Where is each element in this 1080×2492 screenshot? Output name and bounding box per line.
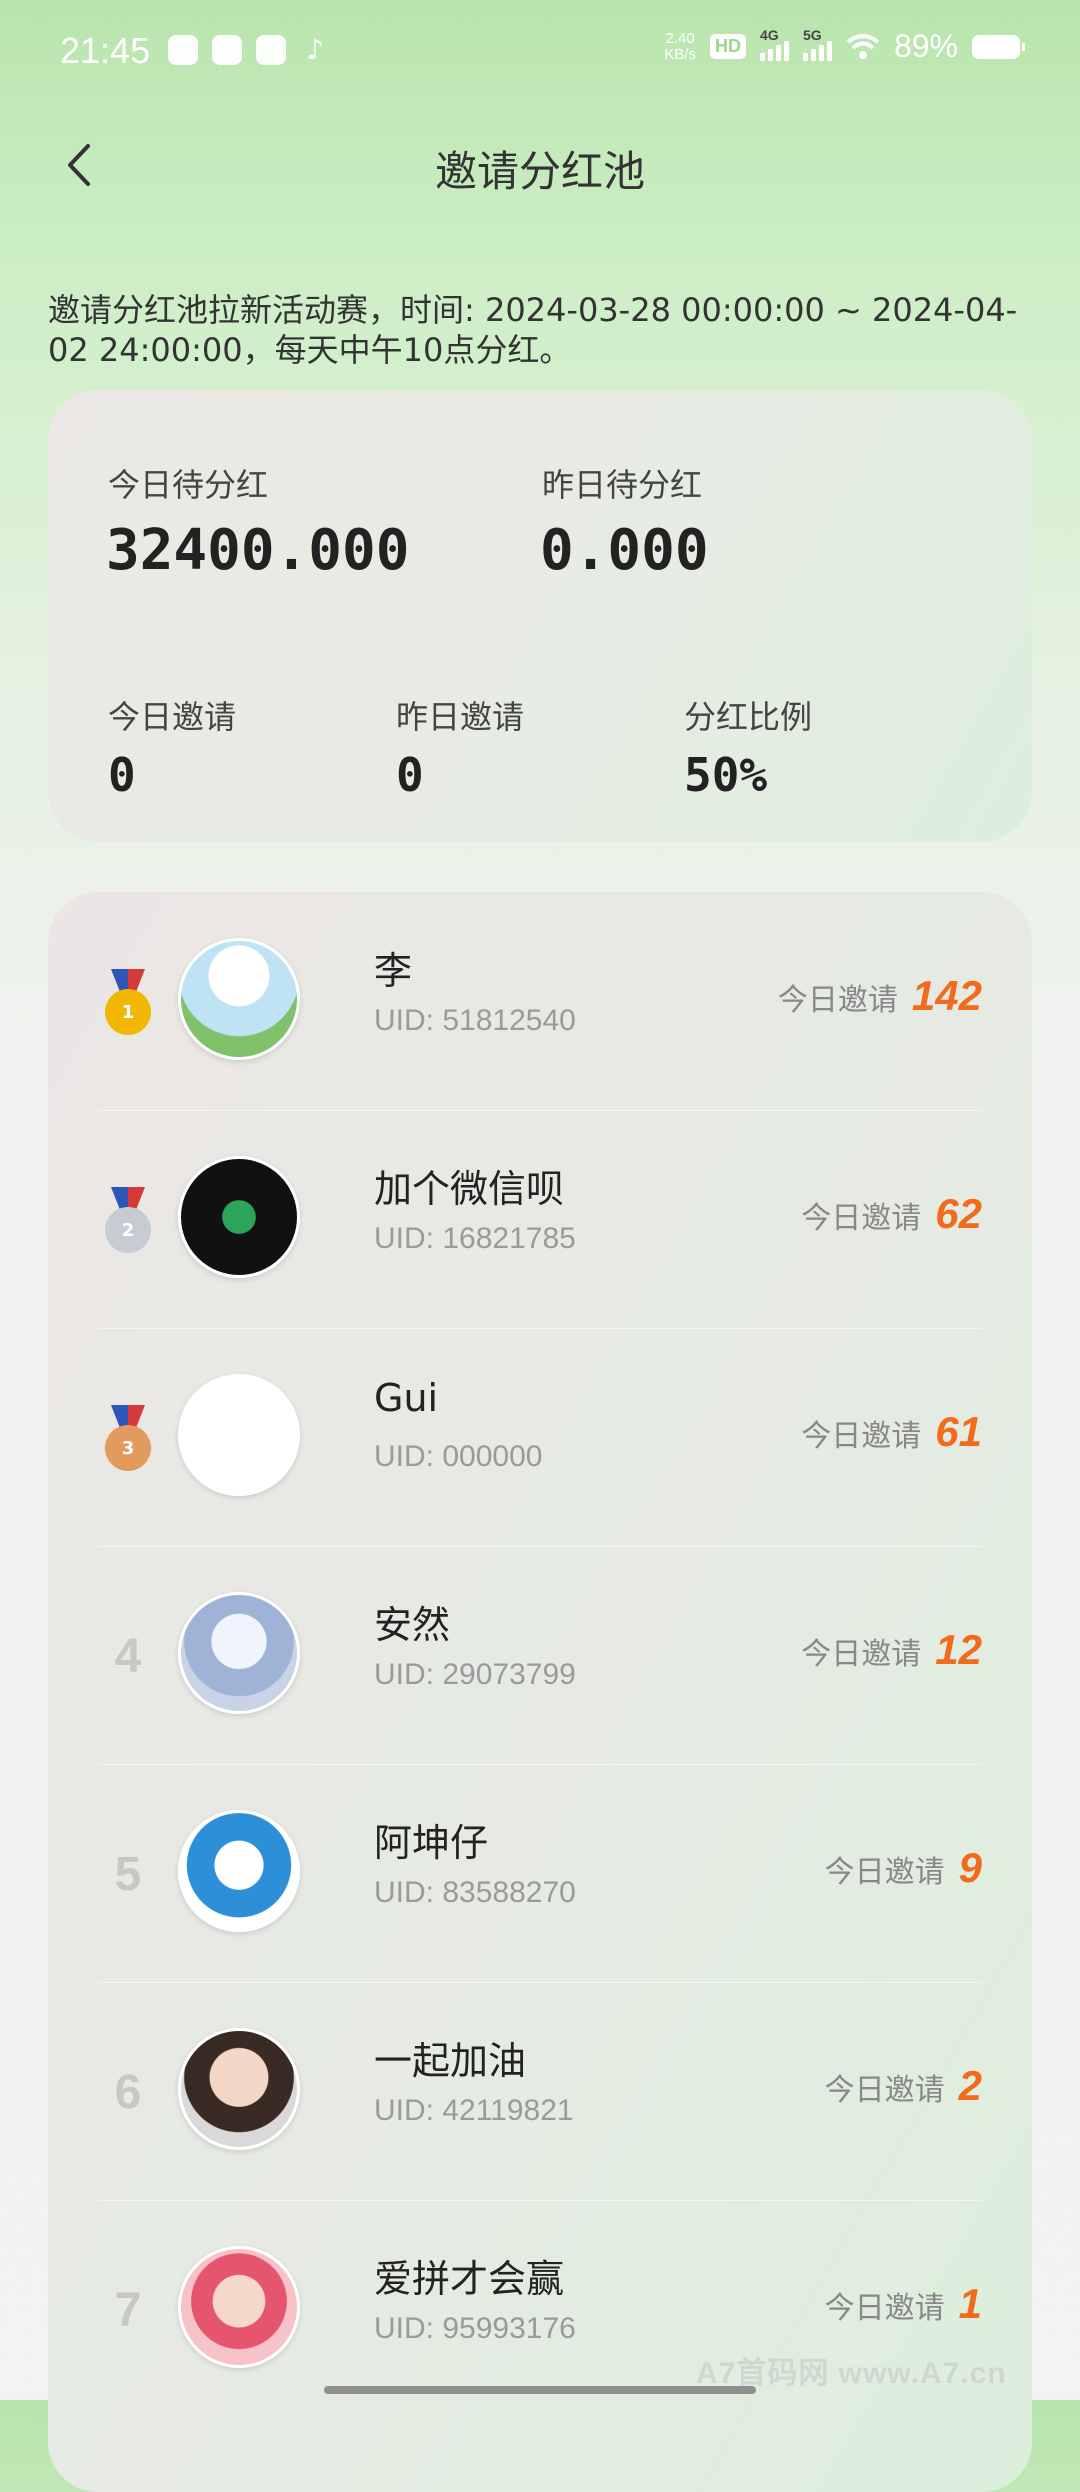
avatar[interactable] bbox=[178, 1810, 300, 1932]
battery-icon bbox=[972, 34, 1025, 59]
today-invites-count: 12 bbox=[935, 1626, 982, 1673]
battery-percent: 89% bbox=[893, 28, 958, 64]
today-invites: 今日邀请 142 bbox=[778, 972, 982, 1020]
sync-app-icon bbox=[168, 35, 198, 65]
net-speed-unit: KB/s bbox=[664, 45, 696, 63]
ranking-row[interactable]: 2 加个微信呗 UID: 16821785 今日邀请 62 bbox=[98, 1110, 982, 1329]
user-name: 爱拼才会赢 bbox=[374, 2257, 565, 2301]
today-invites-count: 62 bbox=[935, 1190, 982, 1237]
net-speed-value: 2.40 bbox=[665, 29, 695, 47]
today-invite-value: 0 bbox=[108, 748, 136, 802]
today-invites-count: 142 bbox=[911, 972, 982, 1019]
rank-number: 6 bbox=[98, 2052, 158, 2132]
wifi-icon bbox=[846, 33, 880, 59]
user-name: 李 bbox=[374, 949, 413, 993]
dividend-ratio-label: 分红比例 bbox=[684, 698, 813, 736]
user-uid: UID: 16821785 bbox=[374, 1222, 576, 1255]
avatar[interactable] bbox=[178, 2246, 300, 2368]
sell-app-icon bbox=[256, 35, 286, 65]
ranking-list: 1 李 UID: 51812540 今日邀请 142 2 加个微信呗 UID: 1682178… bbox=[48, 892, 1032, 2492]
today-invites-count: 1 bbox=[958, 2280, 982, 2327]
medal-rank-number: 3 bbox=[105, 1425, 151, 1471]
user-name: 安然 bbox=[374, 1603, 451, 1647]
signal-5g-icon: 5G bbox=[802, 27, 832, 61]
home-indicator[interactable] bbox=[324, 2386, 756, 2394]
today-invite-label: 今日邀请 bbox=[108, 698, 237, 736]
user-name: 加个微信呗 bbox=[374, 1167, 565, 1211]
today-pending-label: 今日待分红 bbox=[108, 466, 269, 504]
rank-number-text: 5 bbox=[114, 1847, 142, 1901]
ranking-row[interactable]: 3 Gui UID: 000000 今日邀请 61 bbox=[98, 1328, 982, 1547]
today-invites: 今日邀请 1 bbox=[825, 2280, 982, 2328]
avatar[interactable] bbox=[178, 1156, 300, 1278]
page-title: 邀请分红池 bbox=[434, 147, 645, 196]
today-invites-label: 今日邀请 bbox=[801, 1637, 922, 1672]
signal-4g-icon: 4G bbox=[759, 27, 789, 61]
user-uid: UID: 29073799 bbox=[374, 1658, 576, 1691]
user-uid: UID: 51812540 bbox=[374, 1004, 576, 1037]
ranking-row[interactable]: 1 李 UID: 51812540 今日邀请 142 bbox=[98, 892, 982, 1111]
user-name: Gui bbox=[374, 1376, 439, 1420]
avatar[interactable] bbox=[178, 938, 300, 1060]
today-invites: 今日邀请 12 bbox=[801, 1626, 982, 1674]
dividend-stats-card: 今日待分红 32400.000 昨日待分红 0.000 今日邀请 0 昨日邀请 … bbox=[48, 390, 1032, 842]
rank-medal-icon: 3 bbox=[98, 1398, 158, 1478]
net-speed: 2.40 KB/s bbox=[664, 29, 696, 63]
sim1-label: 4G bbox=[759, 26, 779, 43]
rank-number-text: 4 bbox=[114, 1629, 142, 1683]
top-nav: 邀请分红池 bbox=[0, 110, 1080, 220]
today-invites-label: 今日邀请 bbox=[824, 2291, 945, 2326]
today-invites-label: 今日邀请 bbox=[824, 1855, 945, 1890]
today-invites: 今日邀请 2 bbox=[825, 2062, 982, 2110]
today-invites-label: 今日邀请 bbox=[801, 1419, 922, 1454]
ranking-row[interactable]: 5 阿坤仔 UID: 83588270 今日邀请 9 bbox=[98, 1764, 982, 1983]
ranking-row[interactable]: 6 一起加油 UID: 42119821 今日邀请 2 bbox=[98, 1982, 982, 2201]
gold-medal-icon: 1 bbox=[105, 969, 151, 1035]
user-uid: UID: 95993176 bbox=[374, 2312, 576, 2345]
user-name: 阿坤仔 bbox=[374, 1821, 489, 1865]
avatar[interactable] bbox=[178, 2028, 300, 2150]
rank-number-text: 7 bbox=[114, 2283, 142, 2337]
medal-rank-number: 1 bbox=[105, 989, 151, 1035]
yesterday-pending-label: 昨日待分红 bbox=[542, 466, 703, 504]
today-invites-label: 今日邀请 bbox=[777, 983, 898, 1018]
tiktok-icon: ♪ bbox=[306, 33, 324, 66]
status-time: 21:45 bbox=[60, 30, 151, 71]
rank-number: 5 bbox=[98, 1834, 158, 1914]
event-description: 邀请分红池拉新活动赛，时间: 2024-03-28 00:00:00 ~ 202… bbox=[48, 291, 1018, 369]
heart-shield-app-icon bbox=[212, 35, 242, 65]
today-invites: 今日邀请 61 bbox=[801, 1408, 982, 1456]
dividend-ratio-value: 50% bbox=[684, 748, 768, 802]
hd-voice-icon: HD bbox=[709, 34, 746, 59]
user-name: 一起加油 bbox=[374, 2039, 527, 2083]
user-uid: UID: 42119821 bbox=[374, 2094, 574, 2127]
today-invites-count: 9 bbox=[958, 1844, 982, 1891]
yesterday-invite-label: 昨日邀请 bbox=[396, 698, 525, 736]
sim2-label: 5G bbox=[802, 26, 822, 43]
rank-medal-icon: 2 bbox=[98, 1180, 158, 1260]
rank-medal-icon: 1 bbox=[98, 962, 158, 1042]
user-uid: UID: 000000 bbox=[374, 1440, 543, 1473]
today-pending-value: 32400.000 bbox=[106, 518, 410, 583]
today-invites-label: 今日邀请 bbox=[801, 1201, 922, 1236]
notification-icons: ♪ bbox=[168, 35, 330, 65]
user-uid: UID: 83588270 bbox=[374, 1876, 576, 1909]
avatar[interactable] bbox=[178, 1592, 300, 1714]
medal-rank-number: 2 bbox=[105, 1207, 151, 1253]
today-invites-count: 61 bbox=[935, 1408, 982, 1455]
avatar[interactable] bbox=[178, 1374, 300, 1496]
today-invites-count: 2 bbox=[958, 2062, 982, 2109]
today-invites: 今日邀请 62 bbox=[801, 1190, 982, 1238]
yesterday-invite-value: 0 bbox=[396, 748, 424, 802]
ranking-row[interactable]: 4 安然 UID: 29073799 今日邀请 12 bbox=[98, 1546, 982, 1765]
rank-number-text: 6 bbox=[114, 2065, 142, 2119]
bronze-medal-icon: 3 bbox=[105, 1405, 151, 1471]
today-invites: 今日邀请 9 bbox=[825, 1844, 982, 1892]
silver-medal-icon: 2 bbox=[105, 1187, 151, 1253]
rank-number: 4 bbox=[98, 1616, 158, 1696]
today-invites-label: 今日邀请 bbox=[824, 2073, 945, 2108]
yesterday-pending-value: 0.000 bbox=[540, 518, 709, 583]
status-bar: 21:45 ♪ 2.40 KB/s HD 4G 5G 89% bbox=[0, 0, 1080, 110]
rank-number: 7 bbox=[98, 2270, 158, 2350]
